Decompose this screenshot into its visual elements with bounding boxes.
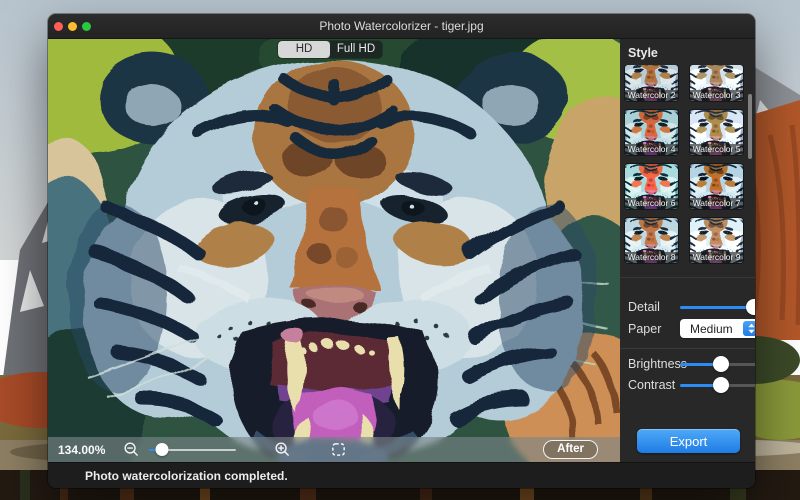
thumbnail-label: Watercolor 2 xyxy=(625,90,678,101)
export-button[interactable]: Export xyxy=(637,429,740,453)
thumbnail-label: Watercolor 6 xyxy=(625,198,678,209)
style-thumbnail-watercolor-4[interactable]: Watercolor 4 xyxy=(625,110,678,155)
after-preview-button[interactable]: After xyxy=(543,440,598,459)
thumbnail-label: Watercolor 4 xyxy=(625,144,678,155)
zoom-in-button[interactable] xyxy=(272,440,292,460)
zoom-out-icon xyxy=(123,441,140,458)
paper-dropdown-value: Medium xyxy=(680,322,743,336)
watercolor-preview-image xyxy=(48,39,620,462)
resolution-toggle: HD Full HD xyxy=(278,41,382,58)
contrast-slider[interactable] xyxy=(680,377,755,393)
style-thumbnail-watercolor-8[interactable]: Watercolor 8 xyxy=(625,218,678,263)
fit-screen-icon xyxy=(330,441,347,458)
paper-dropdown[interactable]: Medium xyxy=(680,319,755,338)
detail-slider-knob[interactable] xyxy=(746,299,755,315)
style-thumbnail-list[interactable]: Watercolor 2 Watercolor 3 Watercolor 4 Wate… xyxy=(620,65,755,278)
paper-row: Paper Medium xyxy=(628,320,755,338)
zoom-level-value: 134.00% xyxy=(58,443,120,457)
section-divider xyxy=(620,348,755,349)
style-thumbnail-watercolor-7[interactable]: Watercolor 7 xyxy=(690,164,743,209)
style-thumbnail-grid: Watercolor 2 Watercolor 3 Watercolor 4 Wate… xyxy=(620,65,755,263)
window-title: Photo Watercolorizer - tiger.jpg xyxy=(48,19,755,33)
brightness-slider-knob[interactable] xyxy=(713,356,729,372)
minimize-button[interactable] xyxy=(68,22,77,31)
zoom-toolbar: 134.00% xyxy=(48,437,620,462)
image-canvas[interactable]: HD Full HD 134.00% xyxy=(48,39,620,462)
style-thumbnail-watercolor-2[interactable]: Watercolor 2 xyxy=(625,65,678,101)
status-message: Photo watercolorization completed. xyxy=(85,469,288,483)
thumbnail-scrollbar[interactable] xyxy=(748,94,752,159)
detail-label: Detail xyxy=(628,300,660,314)
thumbnail-label: Watercolor 8 xyxy=(625,252,678,263)
detail-row: Detail xyxy=(628,298,755,316)
thumbnail-label: Watercolor 3 xyxy=(690,90,743,101)
brightness-label: Brightness xyxy=(628,357,687,371)
thumbnail-label: Watercolor 7 xyxy=(690,198,743,209)
style-thumbnail-watercolor-3[interactable]: Watercolor 3 xyxy=(690,65,743,101)
thumbnail-label: Watercolor 9 xyxy=(690,252,743,263)
contrast-slider-knob[interactable] xyxy=(713,377,729,393)
contrast-label: Contrast xyxy=(628,378,675,392)
contrast-row: Contrast xyxy=(628,376,755,394)
fit-to-screen-button[interactable] xyxy=(328,440,348,460)
thumbnail-label: Watercolor 5 xyxy=(690,144,743,155)
hd-toggle-button[interactable]: HD xyxy=(278,41,330,58)
zoom-slider-knob[interactable] xyxy=(156,443,169,456)
style-thumbnail-watercolor-5[interactable]: Watercolor 5 xyxy=(690,110,743,155)
style-thumbnail-watercolor-6[interactable]: Watercolor 6 xyxy=(625,164,678,209)
full-hd-toggle-button[interactable]: Full HD xyxy=(330,41,382,58)
paper-label: Paper xyxy=(628,322,661,336)
app-window: Photo Watercolorizer - tiger.jpg HD Full… xyxy=(48,14,755,488)
style-thumbnail-watercolor-9[interactable]: Watercolor 9 xyxy=(690,218,743,263)
close-button[interactable] xyxy=(54,22,63,31)
status-bar: Photo watercolorization completed. xyxy=(48,462,755,488)
zoom-slider[interactable] xyxy=(149,444,236,456)
settings-sidebar: Style Watercolor 2Watercolor 3Watercolor… xyxy=(620,39,755,462)
style-section-header: Style xyxy=(620,39,755,65)
brightness-row: Brightness xyxy=(628,355,755,373)
detail-slider-track[interactable] xyxy=(680,306,755,310)
detail-slider[interactable] xyxy=(680,299,755,315)
brightness-slider[interactable] xyxy=(680,356,755,372)
traffic-lights xyxy=(54,22,91,31)
zoom-in-icon xyxy=(274,441,291,458)
dropdown-stepper-icon xyxy=(743,321,755,336)
zoom-out-button[interactable] xyxy=(121,440,141,460)
title-bar[interactable]: Photo Watercolorizer - tiger.jpg xyxy=(48,14,755,39)
zoom-button[interactable] xyxy=(82,22,91,31)
